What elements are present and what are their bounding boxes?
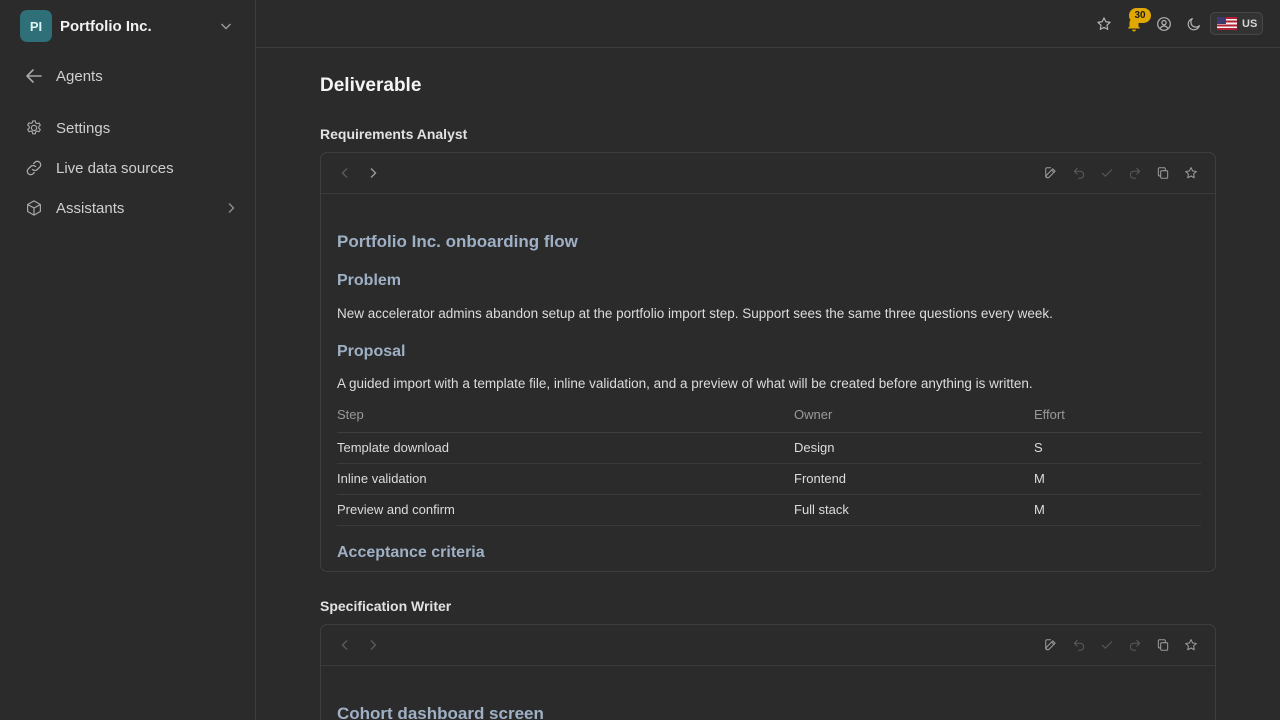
table-header: Step <box>337 398 794 433</box>
chevron-left-icon[interactable] <box>337 165 353 181</box>
sidebar-item-label: Live data sources <box>56 159 174 177</box>
chevron-right-icon[interactable] <box>365 637 381 653</box>
table-header-row: Step Owner Effort <box>337 398 1201 433</box>
locale-switcher[interactable]: US <box>1210 12 1263 35</box>
table-cell: Preview and confirm <box>337 494 794 526</box>
sidebar-item-agents[interactable]: Agents <box>24 64 238 88</box>
page-title: Deliverable <box>320 75 422 96</box>
sidebar-item-label: Settings <box>56 119 111 137</box>
link-icon <box>24 158 44 178</box>
copy-icon[interactable] <box>1155 165 1171 181</box>
star-icon[interactable] <box>1183 637 1199 653</box>
table-cell: Design <box>794 432 1034 464</box>
undo-icon[interactable] <box>1071 165 1087 181</box>
table-cell: Full stack <box>794 494 1034 526</box>
star-icon[interactable] <box>1094 14 1114 34</box>
table-header: Owner <box>794 398 1034 433</box>
chevron-down-icon <box>221 23 231 30</box>
doc-subheading-proposal: Proposal <box>337 343 406 360</box>
sidebar-item-assistants[interactable]: Assistants <box>24 196 238 220</box>
undo-icon[interactable] <box>1071 637 1087 653</box>
table-row: Preview and confirm Full stack M <box>337 494 1201 526</box>
card-toolbar <box>321 625 1215 666</box>
cube-icon <box>24 198 44 218</box>
arrow-left-icon <box>24 66 44 86</box>
deliverable-card: Portfolio Inc. onboarding flow Problem N… <box>320 152 1216 572</box>
sidebar-item-label: Agents <box>56 67 103 85</box>
table-cell: Inline validation <box>337 463 794 495</box>
edit-icon[interactable] <box>1043 165 1059 181</box>
sidebar: PI Portfolio Inc. Agents Settings Live d… <box>0 0 256 720</box>
notification-badge: 30 <box>1129 8 1151 23</box>
table-cell: Template download <box>337 432 794 464</box>
check-icon[interactable] <box>1099 165 1115 181</box>
star-icon[interactable] <box>1183 165 1199 181</box>
locale-label: US <box>1242 17 1258 30</box>
effort-table: Step Owner Effort Template download Desi… <box>337 398 1201 526</box>
sidebar-item-label: Assistants <box>56 199 125 217</box>
card-toolbar <box>321 153 1215 194</box>
section-title-requirements-analyst: Requirements Analyst <box>320 126 468 142</box>
doc-heading: Portfolio Inc. onboarding flow <box>337 232 578 251</box>
redo-icon[interactable] <box>1127 637 1143 653</box>
edit-icon[interactable] <box>1043 637 1059 653</box>
us-flag-icon <box>1217 17 1237 30</box>
check-icon[interactable] <box>1099 637 1115 653</box>
gear-icon <box>24 118 44 138</box>
moon-icon[interactable] <box>1184 14 1204 34</box>
table-header: Effort <box>1034 398 1201 433</box>
chevron-right-icon[interactable] <box>365 165 381 181</box>
table-cell: Frontend <box>794 463 1034 495</box>
org-name: Portfolio Inc. <box>60 17 152 35</box>
redo-icon[interactable] <box>1127 165 1143 181</box>
doc-paragraph-proposal: A guided import with a template file, in… <box>337 376 1033 391</box>
sidebar-item-settings[interactable]: Settings <box>24 116 238 140</box>
table-row: Inline validation Frontend M <box>337 463 1201 495</box>
doc-heading: Cohort dashboard screen <box>337 704 544 720</box>
table-cell: M <box>1034 494 1201 526</box>
section-title-specification-writer: Specification Writer <box>320 598 452 614</box>
org-switcher[interactable]: PI Portfolio Inc. <box>20 10 236 42</box>
user-circle-icon[interactable] <box>1154 14 1174 34</box>
doc-subheading-acceptance-criteria: Acceptance criteria <box>337 544 485 561</box>
deliverable-card: Cohort dashboard screen <box>320 624 1216 720</box>
table-cell: M <box>1034 463 1201 495</box>
doc-paragraph-problem: New accelerator admins abandon setup at … <box>337 306 1053 321</box>
org-avatar: PI <box>20 10 52 42</box>
copy-icon[interactable] <box>1155 637 1171 653</box>
doc-subheading-problem: Problem <box>337 272 402 289</box>
table-row: Template download Design S <box>337 432 1201 464</box>
sidebar-item-live-data-sources[interactable]: Live data sources <box>24 156 238 180</box>
chevron-left-icon[interactable] <box>337 637 353 653</box>
chevron-right-icon <box>228 203 235 213</box>
table-cell: S <box>1034 432 1201 464</box>
